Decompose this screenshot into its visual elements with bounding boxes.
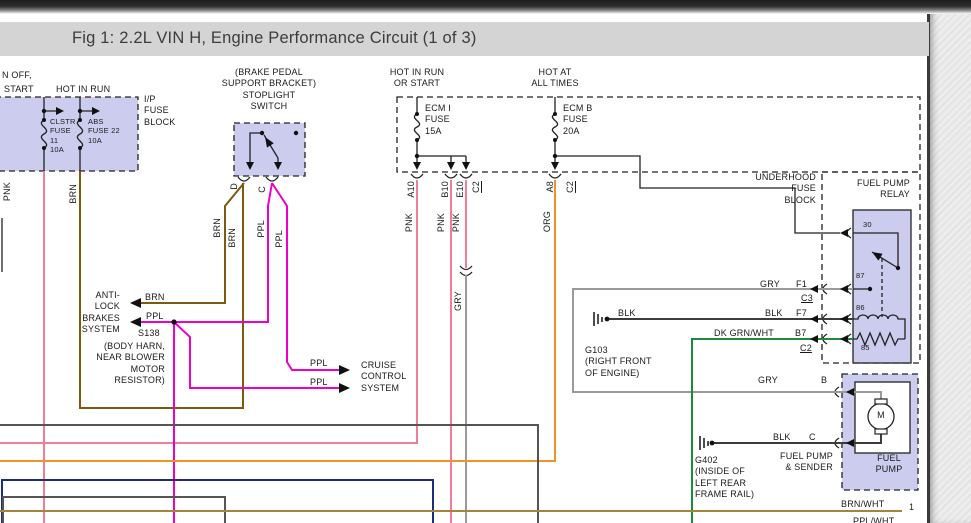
- app-background: [929, 0, 971, 523]
- label-wire-label-brn-2: BRN: [212, 218, 223, 238]
- label-connector-label-c2-2: C2: [565, 181, 576, 193]
- wiring-diagram-canvas: [0, 0, 971, 523]
- fuel-pump-motor-frame: [855, 382, 910, 453]
- label-wire-label-dkgrnwht: DK GRN/WHT: [714, 328, 774, 339]
- wire-pnk-a10: [0, 180, 417, 443]
- label-wire-label-ppl-2: PPL: [274, 230, 285, 248]
- underhood-fuse-strip-box: [397, 97, 920, 172]
- label-wire-label-gry-1: GRY: [453, 291, 464, 311]
- label-stoplight-switch-label: (BRAKE PEDAL SUPPORT BRACKET) STOPLIGHT …: [222, 67, 316, 112]
- label-fuel-pump-label: FUEL PUMP: [876, 453, 903, 476]
- label-underhood-fuse-block-label: UNDERHOOD FUSE BLOCK: [755, 172, 816, 206]
- wire-brn-to-abs: [132, 183, 244, 303]
- label-cruise-control-label: CRUISE CONTROL SYSTEM: [361, 360, 406, 394]
- label-pin-label-a8: A8: [545, 181, 556, 192]
- label-wire-label-ppl-1: PPL: [256, 220, 267, 238]
- label-wire-label-pnk-4: PNK: [451, 213, 462, 232]
- label-pin-label-d: D: [229, 183, 240, 190]
- fuel-pump-box: [842, 374, 918, 490]
- label-pin-label-a10: A10: [406, 181, 417, 198]
- wire-blk-g402: [714, 434, 881, 443]
- label-pin-label-c2: C: [809, 432, 816, 443]
- underhood-relay-column-box: [822, 172, 920, 363]
- label-relay-pin-87: 87: [856, 271, 865, 280]
- wire-ppl-to-abs: [132, 183, 272, 322]
- label-pin-label-f1: F1: [796, 279, 807, 290]
- label-wire-label-pplwht: PPL/WHT: [853, 516, 894, 523]
- label-ground-g402-label: G402 (INSIDE OF LEFT REAR FRAME RAIL): [695, 455, 754, 500]
- wire-brn-feed: [80, 171, 243, 408]
- label-wire-label-ppl-4: PPL: [310, 358, 328, 369]
- label-wire-label-org: ORG: [542, 211, 553, 232]
- label-relay-pin-85: 85: [861, 343, 870, 352]
- label-page-ref-1: 1: [909, 502, 914, 513]
- wire-ppl-to-cruise-2: [174, 322, 346, 388]
- label-abs-fuse-label: ABS FUSE 22 10A: [88, 117, 120, 145]
- label-wire-label-pnk-1: PNK: [2, 182, 13, 201]
- flow-arrows: [56, 107, 883, 447]
- label-power-label-left-2: START: [4, 84, 34, 95]
- junction-dots: [42, 109, 900, 446]
- label-power-label-ecm-i: HOT IN RUN OR START: [390, 67, 444, 90]
- label-splice-s138-location: (BODY HARN, NEAR BLOWER MOTOR RESISTOR): [96, 341, 165, 386]
- label-pin-label-b10: B10: [440, 181, 451, 198]
- wire-blue: [2, 480, 433, 523]
- label-power-label-hot-in-run: HOT IN RUN: [56, 84, 110, 95]
- label-wire-label-pnk-3: PNK: [436, 213, 447, 232]
- label-wire-label-ppl-3: PPL: [146, 311, 164, 322]
- label-pin-label-f7: F7: [796, 308, 807, 319]
- label-power-label-left-1: N OFF,: [2, 70, 32, 81]
- label-relay-pin-86: 86: [856, 303, 865, 312]
- label-pin-label-c: C: [257, 186, 268, 193]
- label-wire-label-gry-2: GRY: [760, 279, 780, 290]
- window-top-gradient: [0, 0, 971, 14]
- label-pin-label-e10: E10: [455, 181, 466, 198]
- page-edge: [927, 0, 930, 523]
- label-ecm-i-fuse-label: ECM I FUSE 15A: [425, 103, 451, 137]
- wire-dkgrnwht: [692, 339, 853, 523]
- diagram-page: Fig 1: 2.2L VIN H, Engine Performance Ci…: [0, 0, 971, 523]
- label-pin-label-b7: B7: [795, 328, 806, 339]
- ip-fuse-block-box: [0, 97, 138, 171]
- label-wire-label-brn-1: BRN: [68, 184, 79, 204]
- label-wire-label-brnwht: BRN/WHT: [841, 499, 884, 510]
- label-connector-label-c3: C3: [801, 293, 813, 304]
- label-wire-label-brn-4: BRN: [145, 292, 165, 303]
- wire-darkgray-1: [0, 425, 538, 523]
- label-wire-label-blk-1: BLK: [765, 308, 783, 319]
- label-splice-s138-label: S138: [138, 328, 160, 339]
- label-clstr-fuse-label: CLSTR FUSE 11 10A: [50, 117, 76, 155]
- wire-org-a8: [0, 180, 555, 461]
- motor-icon: [868, 404, 894, 430]
- label-ip-fuse-block-label: I/P FUSE BLOCK: [144, 94, 176, 128]
- label-relay-pin-30: 30: [863, 220, 872, 229]
- label-fuel-pump-sender-label: FUEL PUMP & SENDER: [780, 451, 833, 474]
- stoplight-switch-box: [234, 123, 305, 176]
- label-antilock-brakes-label: ANTI- LOCK BRAKES SYSTEM: [82, 290, 120, 335]
- figure-title-bar: Fig 1: 2.2L VIN H, Engine Performance Ci…: [0, 22, 929, 56]
- label-wire-label-blk-3: BLK: [773, 432, 791, 443]
- label-pin-label-b: B: [821, 375, 827, 386]
- wire-darkgray-2: [3, 497, 225, 523]
- fuel-pump-relay-box: [853, 210, 911, 363]
- figure-title: Fig 1: 2.2L VIN H, Engine Performance Ci…: [72, 29, 477, 48]
- wire-gry-loop: [573, 289, 881, 400]
- label-wire-label-blk-2: BLK: [618, 308, 636, 319]
- label-connector-label-c2-1: C2: [471, 181, 482, 193]
- label-power-label-ecm-b: HOT AT ALL TIMES: [531, 67, 578, 90]
- label-wire-label-pnk-2: PNK: [404, 213, 415, 232]
- label-wire-label-gry-3: GRY: [758, 375, 778, 386]
- wire-ppl-to-cruise-1: [272, 183, 346, 370]
- label-wire-label-brn-3: BRN: [227, 228, 238, 248]
- label-fuel-pump-relay-label: FUEL PUMP RELAY: [857, 178, 910, 201]
- label-motor-letter: M: [877, 410, 885, 421]
- diagram-labels: N OFF, START HOT IN RUN CLSTR FUSE 11 10A AB…: [0, 0, 971, 523]
- label-connector-label-c2-3: C2: [800, 343, 812, 354]
- label-ground-g103-label: G103 (RIGHT FRONT OF ENGINE): [585, 345, 652, 379]
- label-wire-label-ppl-5: PPL: [310, 377, 328, 388]
- label-ecm-b-fuse-label: ECM B FUSE 20A: [563, 103, 593, 137]
